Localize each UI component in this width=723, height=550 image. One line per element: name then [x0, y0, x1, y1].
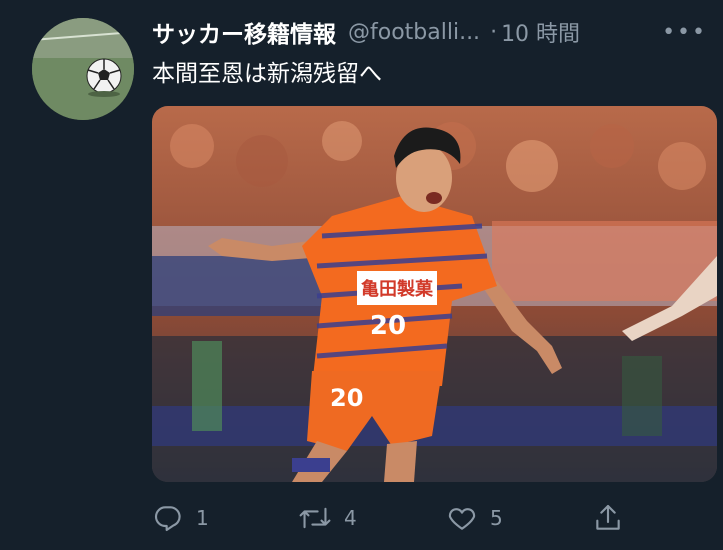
like-button[interactable]: 5 — [446, 498, 503, 538]
author-handle[interactable]: @footballi... — [348, 20, 480, 45]
author-name[interactable]: サッカー移籍情報 — [152, 15, 336, 49]
avatar[interactable] — [32, 18, 134, 120]
tweet-header: サッカー移籍情報 @footballi... · 10 時間 ••• — [152, 14, 713, 50]
avatar-image — [32, 18, 134, 120]
jersey-number: 20 — [370, 311, 406, 341]
heart-icon — [448, 508, 476, 530]
like-count: 5 — [490, 506, 503, 530]
sponsor-logo: 亀田製菓 — [361, 278, 434, 300]
reply-count: 1 — [196, 506, 209, 530]
more-icon[interactable]: ••• — [662, 20, 707, 45]
retweet-count: 4 — [344, 506, 357, 530]
retweet-icon — [299, 507, 331, 529]
separator-dot: · — [490, 19, 498, 45]
reply-button[interactable]: 1 — [152, 498, 209, 538]
reply-icon — [154, 506, 181, 532]
share-icon — [596, 504, 620, 530]
shorts-number: 20 — [330, 384, 363, 412]
share-button[interactable] — [592, 498, 624, 538]
tweet-actions: 1 4 5 — [152, 498, 632, 538]
timestamp[interactable]: 10 時間 — [501, 16, 580, 48]
soccer-player-photo: 亀田製菓 20 20 — [152, 106, 717, 482]
tweet-text: 本間至恩は新潟残留へ — [152, 61, 382, 87]
tweet-photo[interactable]: 亀田製菓 20 20 — [152, 106, 717, 482]
retweet-button[interactable]: 4 — [298, 498, 357, 538]
